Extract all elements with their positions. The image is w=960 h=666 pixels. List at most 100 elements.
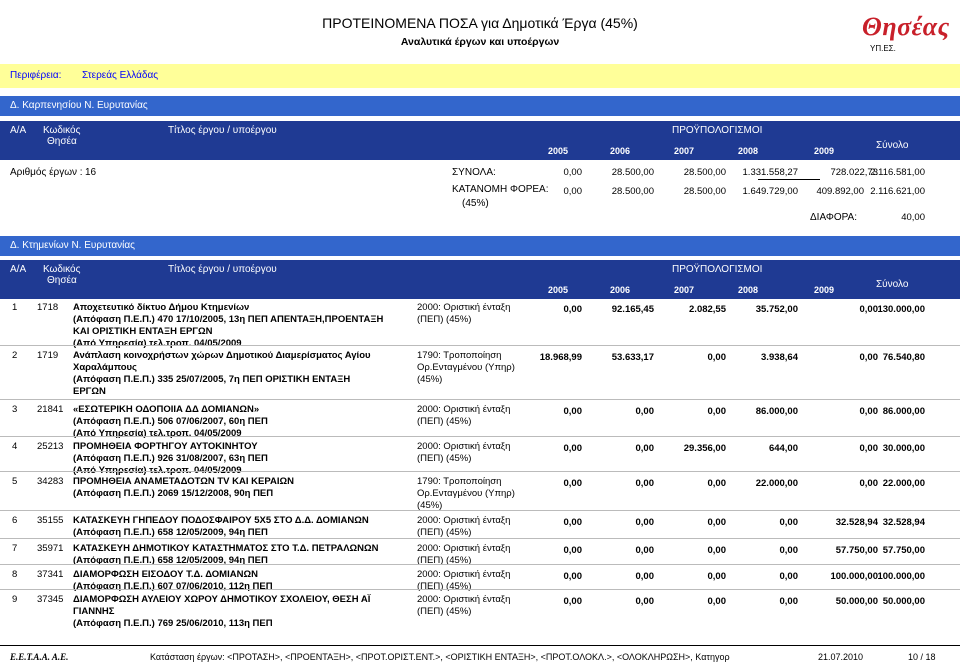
row-separator <box>0 564 960 565</box>
row-separator <box>0 345 960 346</box>
row-code: 35155 <box>37 515 64 526</box>
row-value: 22.000,00 <box>882 478 925 489</box>
row-status: (ΠΕΠ) (45%) <box>417 416 472 427</box>
row-value: 0,00 <box>779 596 799 607</box>
row-status: 2000: Οριστική ένταξη <box>417 594 511 605</box>
row-code: 37341 <box>37 569 64 580</box>
col-aa: Α/Α <box>10 125 27 136</box>
row-value: 0,00 <box>635 443 655 454</box>
row-value: 0,00 <box>635 517 655 528</box>
alloc-2009: 409.892,00 <box>816 186 864 197</box>
logo-text: Θησέας <box>862 12 950 41</box>
row-detail: ΚΑΙ ΟΡΙΣΤΙΚΗ ΕΝΤΑΞΗ ΕΡΓΩΝ <box>73 326 213 337</box>
row-value: 35.752,00 <box>755 304 798 315</box>
col-total: Σύνολο <box>876 279 909 290</box>
row-separator <box>0 471 960 472</box>
row-title: ΚΑΤΑΣΚΕΥΗ ΔΗΜΟΤΙΚΟΥ ΚΑΤΑΣΤΗΜΑΤΟΣ ΣΤΟ Τ.Δ… <box>73 543 379 554</box>
row-title: ΠΡΟΜΗΘΕΙΑ ΦΟΡΤΗΓΟΥ ΑΥΤΟΚΙΝΗΤΟΥ <box>73 441 258 452</box>
row-value: 76.540,80 <box>882 352 925 363</box>
row-status: 1790: Τροποποίηση <box>417 476 502 487</box>
year-2005: 2005 <box>547 146 569 156</box>
year-2007: 2007 <box>673 146 695 156</box>
row-value: 0,00 <box>707 517 727 528</box>
row-value: 92.165,45 <box>611 304 654 315</box>
row-value: 3.938,64 <box>761 352 798 363</box>
alloc-label-pct: (45%) <box>462 198 489 209</box>
total-sum: 2.116.581,00 <box>870 167 925 178</box>
row-status: (ΠΕΠ) (45%) <box>417 314 472 325</box>
row-value: 100.000,00 <box>877 571 925 582</box>
alloc-2005: 0,00 <box>563 186 583 197</box>
total-2005: 0,00 <box>563 167 583 178</box>
row-aa: 5 <box>12 476 18 487</box>
row-value: 0,00 <box>707 571 727 582</box>
row-code: 1718 <box>37 302 59 313</box>
row-detail: (Από Υπηρεσία) τελ.τροπ. 04/05/2009 <box>73 428 242 439</box>
diff-value: 40,00 <box>901 212 925 223</box>
row-detail: Χαραλάμπους <box>73 362 137 373</box>
row-aa: 7 <box>12 543 18 554</box>
row-code: 25213 <box>37 441 64 452</box>
municipality-name: Δ. Καρπενησίου Ν. Ευρυτανίας <box>10 100 148 111</box>
row-aa: 8 <box>12 569 18 580</box>
footer-org: Ε.Ε.Τ.Α.Α. Α.Ε. <box>10 652 69 662</box>
row-code: 1719 <box>37 350 59 361</box>
region-band: Περιφέρεια: Στερεάς Ελλάδας <box>0 64 960 88</box>
row-value: 86.000,00 <box>755 406 798 417</box>
row-detail: (Απόφαση Π.Ε.Π.) 607 07/06/2010, 112η ΠΕ… <box>73 581 273 592</box>
row-separator <box>0 538 960 539</box>
year-2006: 2006 <box>609 146 631 156</box>
row-value: 0,00 <box>635 406 655 417</box>
row-detail: ΕΡΓΩΝ <box>73 386 106 397</box>
row-detail: (Από Υπηρεσία) τελ.τροπ. 04/05/2009 <box>73 338 242 349</box>
row-detail: (Απόφαση Π.Ε.Π.) 926 31/08/2007, 63η ΠΕΠ <box>73 453 268 464</box>
row-separator <box>0 399 960 400</box>
alloc-sum: 2.116.621,00 <box>870 186 925 197</box>
region-label: Περιφέρεια: <box>10 70 62 81</box>
row-aa: 1 <box>12 302 18 313</box>
page-subtitle: Αναλυτικά έργων και υποέργων <box>400 36 560 48</box>
row-separator <box>0 510 960 511</box>
theseas-logo: Θησέας ΥΠ.ΕΣ. <box>862 10 950 54</box>
row-title: «ΕΣΩΤΕΡΙΚΗ ΟΔΟΠΟΙΙΑ ΔΔ ΔΟΜΙΑΝΩΝ» <box>73 404 260 415</box>
row-value: 53.633,17 <box>611 352 654 363</box>
row-value: 0,00 <box>779 517 799 528</box>
col-code: Κωδικός <box>43 264 81 275</box>
row-detail: ΓΙΑΝΝΗΣ <box>73 606 115 617</box>
logo-subtext: ΥΠ.ΕΣ. <box>870 44 896 53</box>
row-aa: 3 <box>12 404 18 415</box>
page-title: ΠΡΟΤΕΙΝΟΜΕΝΑ ΠΟΣΑ για Δημοτικά Έργα (45%… <box>322 15 638 31</box>
row-value: 32.528,94 <box>882 517 925 528</box>
row-value: 0,00 <box>635 571 655 582</box>
row-value: 22.000,00 <box>755 478 798 489</box>
total-2008: 1.331.558,27 <box>742 167 798 178</box>
table-header-2: Α/Α Κωδικός Θησέα Τίτλος έργου / υποέργο… <box>0 260 960 299</box>
footer-page: 10 / 18 <box>908 652 936 662</box>
row-detail: (Απόφαση Π.Ε.Π.) 506 07/06/2007, 60η ΠΕΠ <box>73 416 268 427</box>
footer-divider <box>0 645 960 646</box>
row-status: (ΠΕΠ) (45%) <box>417 606 472 617</box>
year-2008: 2008 <box>737 146 759 156</box>
row-aa: 4 <box>12 441 18 452</box>
row-value: 0,00 <box>707 406 727 417</box>
row-detail: (Απόφαση Π.Ε.Π.) 769 25/06/2010, 113η ΠΕ… <box>73 618 273 629</box>
row-value: 644,00 <box>768 443 798 454</box>
alloc-2008: 1.649.729,00 <box>742 186 798 197</box>
row-aa: 9 <box>12 594 18 605</box>
row-value: 0,00 <box>563 443 583 454</box>
row-value: 0,00 <box>779 545 799 556</box>
row-status: 2000: Οριστική ένταξη <box>417 515 511 526</box>
row-detail: (Απόφαση Π.Ε.Π.) 658 12/05/2009, 94η ΠΕΠ <box>73 555 268 566</box>
year-2007: 2007 <box>673 285 695 295</box>
row-title: ΔΙΑΜΟΡΦΩΣΗ ΕΙΣΟΔΟΥ Τ.Δ. ΔΟΜΙΑΝΩΝ <box>73 569 258 580</box>
row-value: 0,00 <box>635 545 655 556</box>
count-value: 16 <box>85 167 97 178</box>
col-aa: Α/Α <box>10 264 27 275</box>
row-value: 0,00 <box>707 352 727 363</box>
year-2006: 2006 <box>609 285 631 295</box>
col-budget: ΠΡΟΫΠΟΛΟΓΙΣΜΟΙ <box>672 264 763 275</box>
row-title: ΠΡΟΜΗΘΕΙΑ ΑΝΑΜΕΤΑΔΟΤΩΝ TV ΚΑΙ ΚΕΡΑΙΩΝ <box>73 476 294 487</box>
row-detail: (Απόφαση Π.Ε.Π.) 470 17/10/2005, 13η ΠΕΠ… <box>73 314 384 325</box>
year-2009: 2009 <box>813 285 835 295</box>
row-status: Ορ.Ενταγμένου (Υπηρ) <box>417 362 515 373</box>
